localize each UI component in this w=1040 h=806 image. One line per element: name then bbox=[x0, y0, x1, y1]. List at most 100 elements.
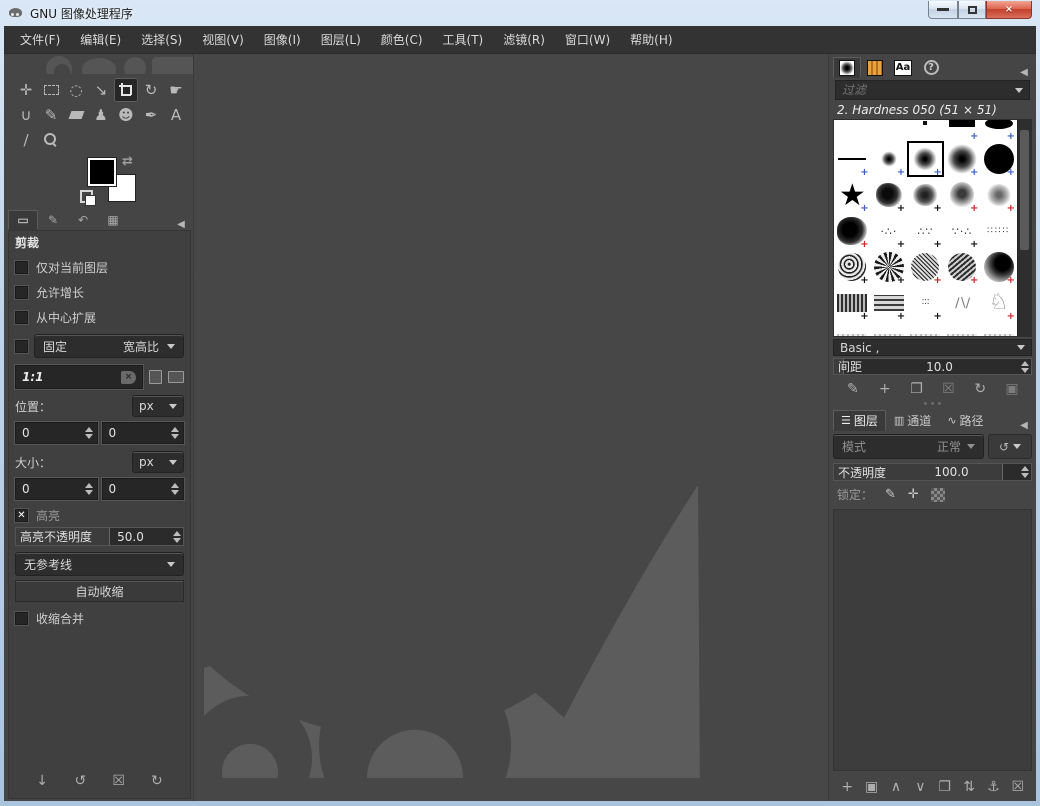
brush-cell-02[interactable]: + bbox=[907, 249, 944, 286]
measure-tool[interactable]: ↘ bbox=[89, 78, 113, 102]
brush-hatch[interactable]: + bbox=[870, 285, 908, 322]
brush-spray-01[interactable]: ·∴· + bbox=[870, 213, 908, 250]
spinner-arrows[interactable] bbox=[169, 427, 181, 439]
refresh-brushes-button[interactable]: ↻ bbox=[971, 380, 989, 398]
dock-tab-dynamics[interactable]: ? bbox=[917, 57, 945, 78]
brush-confetti[interactable]: ∶∶∶ + bbox=[907, 285, 944, 322]
brush-hardness-100[interactable]: + bbox=[980, 141, 1017, 178]
dock-tab-tool-options[interactable]: ▭ bbox=[8, 210, 38, 230]
checkbox-expand-from-center[interactable]: 从中心扩展 bbox=[15, 305, 184, 330]
position-x-input[interactable]: 0 bbox=[15, 422, 98, 444]
smudge-tool[interactable]: ☻ bbox=[114, 103, 138, 127]
checkbox-fixed[interactable] bbox=[15, 339, 28, 353]
size-height-input[interactable]: 0 bbox=[101, 478, 184, 500]
fixed-dropdown[interactable]: 固定 宽高比 bbox=[34, 334, 184, 358]
tab-channels[interactable]: ▥ 通道 bbox=[886, 410, 939, 431]
panel-menu-icon[interactable]: ◀ bbox=[1016, 420, 1032, 431]
swap-colors-icon[interactable]: ⇄ bbox=[122, 154, 133, 169]
foreground-color-swatch[interactable] bbox=[88, 158, 116, 186]
position-y-input[interactable]: 0 bbox=[101, 422, 184, 444]
brush-animal-sketch[interactable]: ♘ + bbox=[980, 285, 1017, 322]
layers-list[interactable] bbox=[833, 509, 1032, 771]
brush-acrylic-02[interactable]: + bbox=[907, 177, 944, 214]
spinner-arrows[interactable] bbox=[1019, 360, 1031, 373]
eraser-tool[interactable] bbox=[64, 103, 88, 127]
paintbrush-tool[interactable]: ✎ bbox=[39, 103, 63, 127]
brush-acrylic-01[interactable]: + bbox=[870, 177, 908, 214]
title-bar[interactable]: GNU 图像处理程序 × bbox=[0, 0, 1040, 26]
aspect-ratio-input[interactable]: 1:1 × bbox=[15, 365, 143, 389]
brush-hardness-075[interactable]: + bbox=[943, 141, 981, 178]
menu-item-help[interactable]: 帮助(H) bbox=[620, 26, 682, 53]
brush-cell-01[interactable]: + bbox=[870, 249, 908, 286]
brush-acrylic-03[interactable]: + bbox=[943, 177, 981, 214]
delete-layer-button[interactable]: ☒ bbox=[1009, 778, 1027, 796]
dock-tab-fonts[interactable]: Aa bbox=[889, 57, 917, 78]
size-width-input[interactable]: 0 bbox=[15, 478, 98, 500]
spinner-arrows[interactable] bbox=[1019, 466, 1031, 478]
merge-down-button[interactable]: ⇅ bbox=[960, 778, 978, 796]
delete-brush-button[interactable]: ☒ bbox=[939, 380, 957, 398]
clone-tool[interactable]: ♟ bbox=[89, 103, 113, 127]
lock-alpha-icon[interactable] bbox=[930, 487, 945, 502]
brush-line[interactable]: + bbox=[834, 141, 871, 178]
open-brush-button[interactable]: ▣ bbox=[1003, 380, 1021, 398]
minimize-button[interactable] bbox=[928, 1, 958, 19]
bucket-fill-tool[interactable]: ∪ bbox=[14, 103, 38, 127]
panel-menu-icon[interactable]: ◀ bbox=[1016, 67, 1032, 78]
dock-tab-undo-history[interactable]: ↶ bbox=[68, 210, 98, 230]
menu-item-filters[interactable]: 滤镜(R) bbox=[493, 26, 555, 53]
brush-pixel[interactable] bbox=[907, 120, 944, 141]
raise-layer-button[interactable]: ∧ bbox=[887, 778, 905, 796]
menu-item-layer[interactable]: 图层(L) bbox=[311, 26, 371, 53]
brush-star[interactable]: ★ + bbox=[834, 177, 871, 214]
checkbox-allow-growing[interactable]: 允许增长 bbox=[15, 280, 184, 305]
menu-item-image[interactable]: 图像(I) bbox=[254, 26, 311, 53]
clear-input-icon[interactable]: × bbox=[121, 370, 136, 384]
menu-item-tools[interactable]: 工具(T) bbox=[433, 26, 494, 53]
chevron-down-icon[interactable] bbox=[1015, 87, 1023, 93]
lower-layer-button[interactable]: ∨ bbox=[911, 778, 929, 796]
layer-opacity-slider[interactable]: 不透明度 100.0 bbox=[833, 463, 1032, 481]
highlight-opacity-slider[interactable]: 高亮不透明度 50.0 bbox=[15, 527, 184, 546]
dock-tab-patterns[interactable] bbox=[861, 57, 889, 78]
portrait-orientation-button[interactable] bbox=[149, 370, 162, 384]
menu-item-windows[interactable]: 窗口(W) bbox=[555, 26, 620, 53]
tab-layers[interactable]: ☰ 图层 bbox=[833, 410, 886, 431]
spinner-arrows[interactable] bbox=[171, 530, 183, 543]
new-brush-button[interactable]: + bbox=[876, 380, 894, 398]
brush-block[interactable]: + bbox=[943, 120, 981, 142]
duplicate-layer-button[interactable]: ❐ bbox=[936, 778, 954, 796]
text-tool[interactable]: A bbox=[164, 103, 188, 127]
menu-item-edit[interactable]: 编辑(E) bbox=[70, 26, 131, 53]
free-select-tool[interactable]: ◌ bbox=[64, 78, 88, 102]
rectangle-select-tool[interactable] bbox=[39, 78, 63, 102]
brush-blank-1[interactable] bbox=[834, 120, 871, 141]
dock-tab-image-thumbnail[interactable]: ▦ bbox=[98, 210, 128, 230]
brush-sticks[interactable]: ∕∖∕ bbox=[943, 285, 981, 321]
color-picker-tool[interactable]: ∕ bbox=[14, 128, 38, 152]
brush-burlap[interactable]: + bbox=[834, 285, 871, 322]
scrollbar-thumb[interactable] bbox=[1020, 130, 1029, 250]
zoom-tool[interactable] bbox=[39, 128, 63, 152]
panel-menu-icon[interactable]: ◀ bbox=[173, 219, 189, 230]
ink-tool[interactable]: ✒ bbox=[139, 103, 163, 127]
maximize-button[interactable] bbox=[958, 1, 986, 19]
lock-position-icon[interactable]: ✛ bbox=[908, 487, 919, 502]
crop-tool[interactable] bbox=[114, 78, 138, 102]
brush-smudge-04[interactable] bbox=[943, 321, 981, 336]
lock-pixels-icon[interactable]: ✎ bbox=[885, 487, 896, 502]
auto-shrink-button[interactable]: 自动收缩 bbox=[15, 580, 184, 602]
brush-spacing-slider[interactable]: 间距 10.0 bbox=[833, 358, 1032, 375]
dock-tab-device-status[interactable]: ✎ bbox=[38, 210, 68, 230]
dock-tab-brushes[interactable] bbox=[833, 57, 861, 78]
position-unit-dropdown[interactable]: px bbox=[132, 395, 184, 417]
brush-hardness-025[interactable]: + bbox=[870, 141, 908, 178]
brush-smudge-03[interactable] bbox=[907, 321, 944, 336]
warp-tool[interactable]: ☛ bbox=[164, 78, 188, 102]
mode-group-switch-button[interactable]: ↺ bbox=[988, 434, 1032, 459]
new-layer-group-button[interactable]: ▣ bbox=[863, 778, 881, 796]
brush-smudge-01[interactable] bbox=[834, 321, 871, 336]
default-colors-icon[interactable] bbox=[80, 190, 96, 206]
image-canvas[interactable] bbox=[194, 54, 828, 801]
